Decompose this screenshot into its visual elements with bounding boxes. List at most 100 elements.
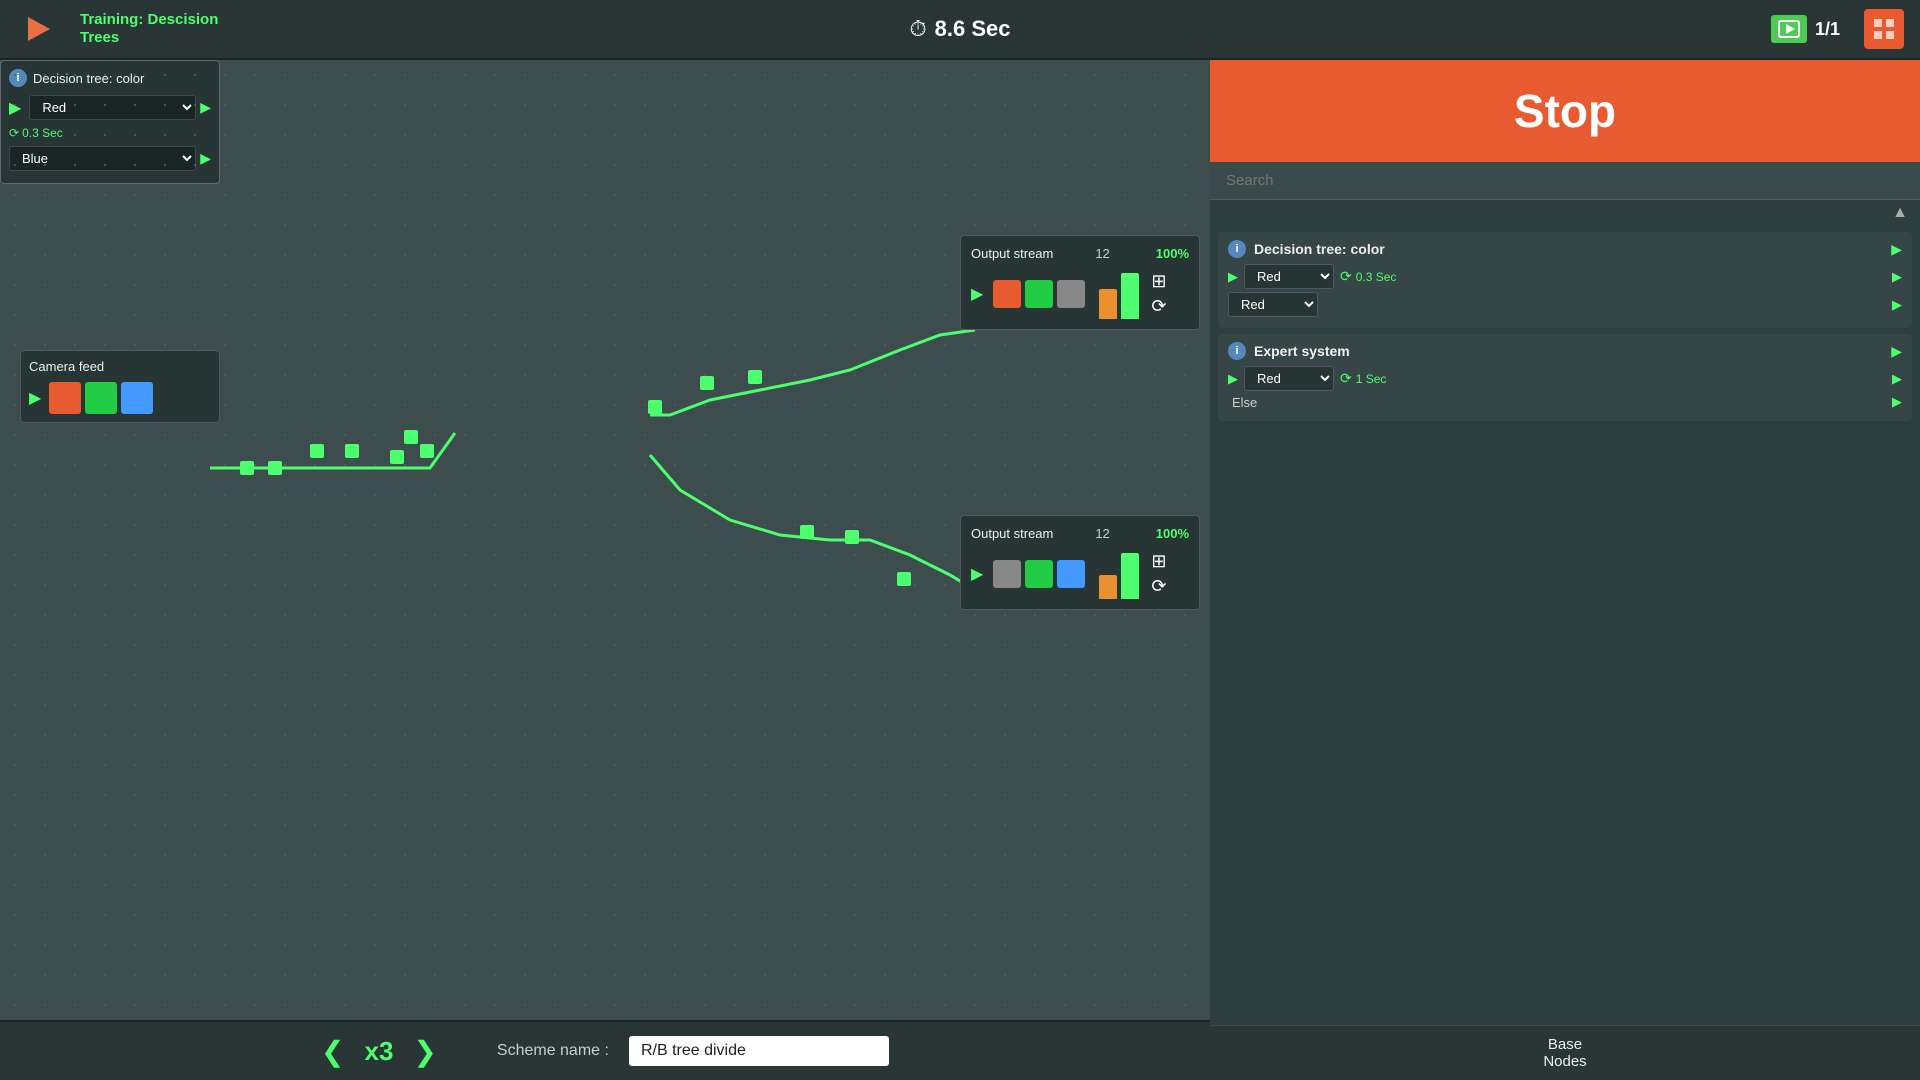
panels-scroll[interactable]: i Decision tree: color ▶ ▶ Red ⟳ 0.3 Sec… [1210,226,1920,1054]
layers-icon2[interactable]: ⊞ [1151,551,1166,572]
connector-dot [800,525,814,539]
chevron-left-btn[interactable]: ❮ [321,1035,344,1068]
os-sq-blue [1057,560,1085,588]
layers-icon[interactable]: ⊞ [1151,271,1166,292]
scroll-up-arrow[interactable]: ▲ [1892,204,1908,221]
output-stream-bottom: Output stream 12 100% ▶ ⊞ ⟳ [960,515,1200,610]
os-bottom-count: 12 [1095,526,1109,541]
connector-dot [345,444,359,458]
panel-es-timer-text: 1 Sec [1356,372,1387,386]
os-bottom-bars [1099,549,1139,599]
output-stream-top: Output stream 12 100% ▶ ⊞ ⟳ [960,235,1200,330]
panel-dt-timer-text: 0.3 Sec [1356,270,1397,284]
progress-area: 1/1 [1771,9,1904,49]
title-area: Training: Descision Trees [80,11,218,47]
multiplier-text: x3 [365,1036,394,1067]
connector-dot [748,370,762,384]
connector-dot [648,400,662,414]
canvas-area: Camera feed ▶ i Decision tree: color ▶ R… [0,60,1210,1020]
os-bottom-play[interactable]: ▶ [971,564,983,584]
connector-dot [390,450,404,464]
os-bottom-icons: ⊞ ⟳ [1151,551,1166,597]
base-nodes-text: BaseNodes [1543,1036,1586,1070]
panel-dt-play2[interactable]: ▶ [1228,269,1238,285]
dt-dropdown-blue[interactable]: Blue [9,146,196,171]
progress-icon [1771,15,1807,43]
os-sq-gray2 [993,560,1021,588]
camera-play-btn[interactable]: ▶ [29,388,41,408]
dt-timer: ⟳ 0.3 Sec [9,124,211,142]
panel-es-title: Expert system [1254,343,1350,359]
panel-es-row1: ▶ Red ⟳ 1 Sec ▶ [1228,366,1902,391]
connector-dot [420,444,434,458]
square-red [49,382,81,414]
panel-es-row2: Else ▶ [1228,394,1902,410]
os-top-count: 12 [1095,246,1109,261]
decision-tree-node: i Decision tree: color ▶ Red ▶ ⟳ 0.3 Sec… [0,60,220,184]
os-bottom-title: Output stream [971,526,1053,541]
panel-dt-play[interactable]: ▶ [1891,241,1902,258]
panel-es-dropdown1[interactable]: Red [1244,366,1334,391]
timer-icon: ⏱ [909,16,926,42]
dt-header: i Decision tree: color [9,69,211,87]
os-sq-red [993,280,1021,308]
dt-red-row: ▶ Red ▶ [9,95,211,120]
connector-dot [240,461,254,475]
connector-dot [700,376,714,390]
scheme-label: Scheme name : [497,1042,609,1060]
panel-es-play4[interactable]: ▶ [1892,394,1902,410]
timer-text: 8.6 Sec [935,16,1011,42]
panel-dt-header: i Decision tree: color ▶ [1228,240,1902,258]
progress-text: 1/1 [1815,19,1840,40]
panel-dt-timer: ⟳ 0.3 Sec [1340,268,1396,285]
panel-es-play2[interactable]: ▶ [1228,371,1238,387]
panel-es-header: i Expert system ▶ [1228,342,1902,360]
refresh-icon2[interactable]: ⟳ [1151,576,1166,597]
panel-dt-dropdown2[interactable]: Red [1228,292,1318,317]
connector-dot [310,444,324,458]
dt-info-badge: i [9,69,27,87]
os-bottom-squares [993,560,1085,588]
camera-feed-node: Camera feed ▶ [20,350,220,423]
title-line2: Trees [80,29,218,47]
right-panel: Stop ▲ i Decision tree: color ▶ ▶ Red ⟳ … [1210,60,1920,1080]
stop-button[interactable]: Stop [1210,60,1920,162]
os-bottom-percent: 100% [1156,526,1189,541]
panel-dt-play4[interactable]: ▶ [1892,297,1902,313]
square-green [85,382,117,414]
refresh-icon[interactable]: ⟳ [1151,296,1166,317]
dt-play-in[interactable]: ▶ [9,98,21,118]
connector-dot [268,461,282,475]
toolbar-icon[interactable] [1864,9,1904,49]
dt-title: Decision tree: color [33,71,144,86]
back-button[interactable] [16,5,64,53]
camera-feed-title: Camera feed [29,359,211,374]
camera-feed-squares: ▶ [29,382,211,414]
panel-es-play3[interactable]: ▶ [1892,371,1902,387]
os-top-percent: 100% [1156,246,1189,261]
os-bottom-header: Output stream 12 100% [971,526,1189,541]
os-sq-gray [1057,280,1085,308]
panel-decision-tree: i Decision tree: color ▶ ▶ Red ⟳ 0.3 Sec… [1218,232,1912,328]
panel-es-play[interactable]: ▶ [1891,343,1902,360]
bottom-bar: ❮ x3 ❯ Scheme name : [0,1020,1210,1080]
timer-area: ⏱ 8.6 Sec [909,16,1010,42]
panel-es-else-label: Else [1228,395,1257,410]
dt-play-out-blue[interactable]: ▶ [200,150,211,167]
dt-play-out-red[interactable]: ▶ [200,99,211,116]
timer-icon-dt: ⟳ [1340,268,1352,285]
os-sq-green [1025,280,1053,308]
search-input[interactable] [1210,162,1920,200]
panel-dt-dropdown1[interactable]: Red [1244,264,1334,289]
os-sq-green2 [1025,560,1053,588]
title-line1: Training: Descision [80,11,218,29]
dt-timer-text: 0.3 Sec [22,126,63,140]
dt-timer-icon: ⟳ [9,126,19,140]
scheme-name-input[interactable] [629,1036,889,1066]
chevron-right-btn[interactable]: ❯ [413,1035,436,1068]
connector-dot [404,430,418,444]
panel-dt-play3[interactable]: ▶ [1892,269,1902,285]
panel-dt-title: Decision tree: color [1254,241,1385,257]
os-top-play[interactable]: ▶ [971,284,983,304]
dt-dropdown-red[interactable]: Red [29,95,196,120]
